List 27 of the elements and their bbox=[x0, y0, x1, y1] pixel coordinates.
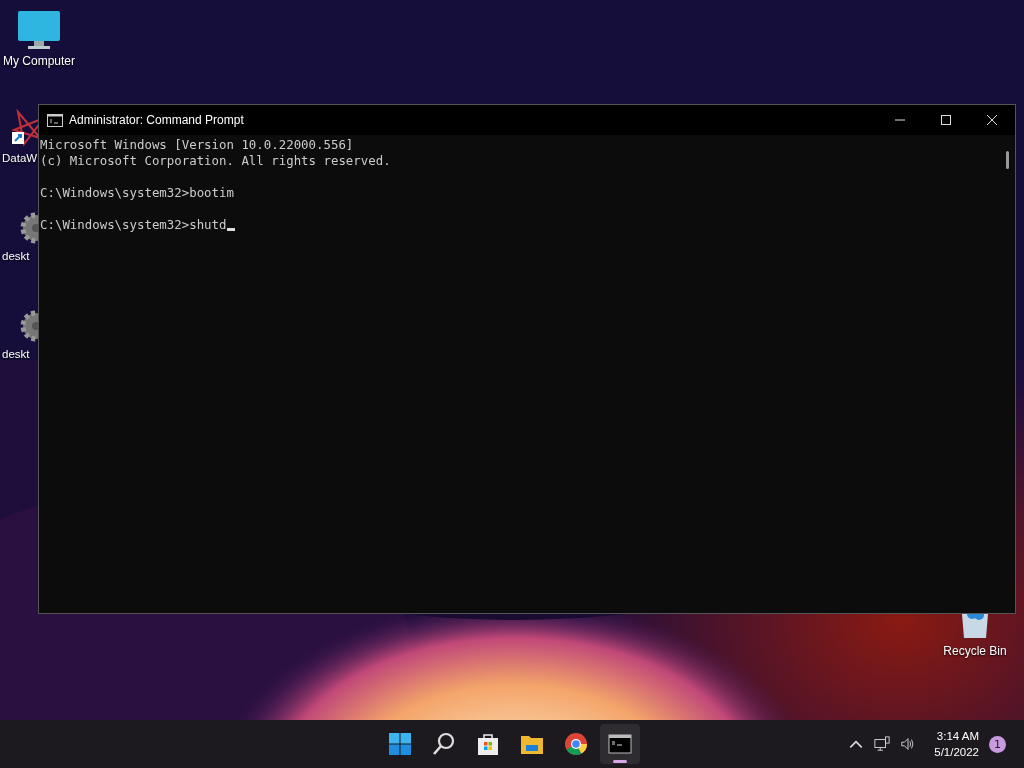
desktop-icon-label: My Computer bbox=[3, 54, 75, 68]
network-icon[interactable] bbox=[874, 736, 891, 752]
star-shortcut-icon[interactable] bbox=[10, 108, 38, 148]
scrollbar-thumb[interactable] bbox=[1006, 151, 1009, 169]
console-icon bbox=[608, 732, 632, 756]
search-icon bbox=[432, 732, 456, 756]
console-line: C:\Windows\system32>shutd bbox=[40, 217, 227, 232]
taskbar-app-button[interactable] bbox=[600, 724, 640, 764]
console-line: C:\Windows\system32>bootim bbox=[40, 185, 234, 200]
desktop-icon-label: Recycle Bin bbox=[943, 644, 1007, 658]
monitor-icon[interactable] bbox=[17, 10, 61, 50]
browser-icon bbox=[564, 732, 588, 756]
console-line: Microsoft Windows [Version 10.0.22000.556] bbox=[40, 137, 354, 152]
shopping-bag-icon bbox=[476, 732, 500, 756]
desktop-icon-label: DataW bbox=[2, 152, 38, 164]
window-title: Administrator: Command Prompt bbox=[69, 113, 245, 127]
clock-date: 5/1/2022 bbox=[934, 745, 979, 760]
console-line: (c) Microsoft Corporation. All rights reserved. bbox=[40, 153, 391, 168]
windows-start-icon bbox=[388, 732, 412, 756]
close-icon bbox=[987, 115, 997, 125]
clock-time: 3:14 AM bbox=[936, 729, 979, 744]
console-icon bbox=[47, 113, 63, 127]
notification-badge[interactable]: 1 bbox=[989, 735, 1006, 753]
maximize-icon bbox=[941, 115, 951, 125]
desktop-icon-label: deskt bbox=[2, 250, 30, 262]
desktop-icon-label: deskt bbox=[2, 348, 30, 360]
clock[interactable]: 3:14 AM 5/1/2022 bbox=[934, 728, 979, 760]
